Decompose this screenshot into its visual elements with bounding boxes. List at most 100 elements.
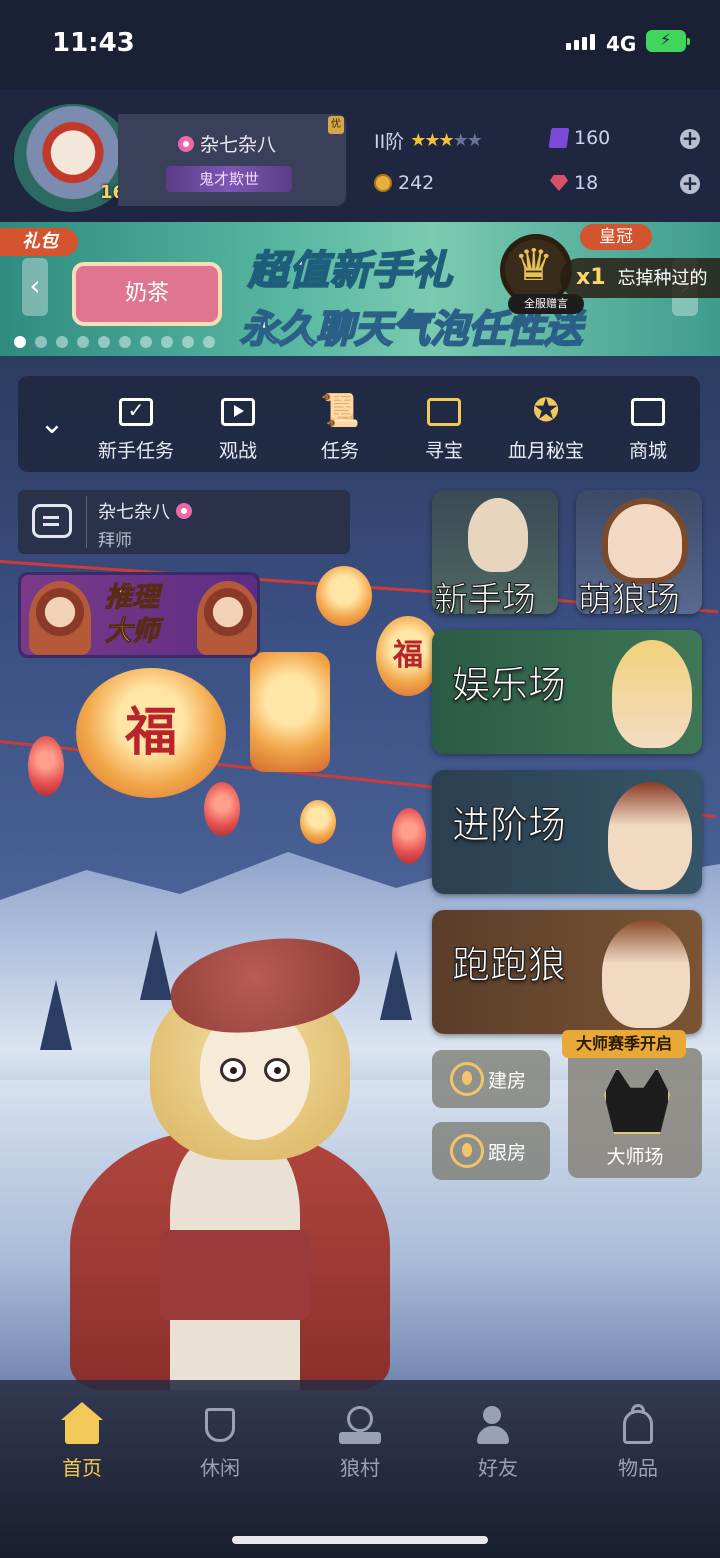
character-portrait xyxy=(29,581,91,655)
novice-mode-button[interactable]: 新手场 xyxy=(432,490,558,614)
vip-badge: 优 xyxy=(328,116,344,134)
calendar-check-icon: ✓ xyxy=(115,390,157,430)
chat-bubble-preview: 奶茶 xyxy=(72,262,222,326)
red-gem-icon xyxy=(550,175,568,191)
character-portrait xyxy=(608,782,692,890)
character-portrait xyxy=(197,581,257,655)
banner-headline: 超值新手礼 xyxy=(247,247,453,295)
wolf-emblem-icon xyxy=(604,1068,670,1134)
mentor-chat-card[interactable]: 杂七杂八 拜师 xyxy=(18,490,350,554)
add-red-gem-button[interactable]: + xyxy=(680,173,700,194)
tab-label: 物品 xyxy=(618,1456,658,1480)
tab-label: 休闲 xyxy=(200,1456,240,1480)
mode-label: 娱乐场 xyxy=(451,663,567,708)
menu-tasks[interactable]: 📜 任务 xyxy=(290,390,390,463)
gender-icon xyxy=(176,503,192,519)
page-dot[interactable] xyxy=(77,336,89,348)
master-season-tag: 大师赛季开启 xyxy=(562,1030,686,1058)
gift-ribbon: x1 忘掉种过的 xyxy=(560,258,720,298)
name-card[interactable]: 优 杂七杂八 鬼才欺世 xyxy=(118,114,346,206)
star-empty-icon: ★ xyxy=(466,130,483,151)
tab-friends[interactable]: 好友 xyxy=(448,1402,548,1481)
treasure-map-icon xyxy=(423,390,465,430)
character-portrait xyxy=(612,640,692,748)
purple-card-icon xyxy=(548,128,570,148)
master-mode-button[interactable]: 大师场 xyxy=(568,1048,702,1178)
rank-display[interactable]: II阶 ★★★★★ xyxy=(374,127,483,154)
banner-prev-button[interactable]: ‹ xyxy=(22,258,48,316)
page-dot[interactable] xyxy=(140,336,152,348)
lantern xyxy=(250,652,330,772)
lantern xyxy=(316,566,372,626)
add-purple-gem-button[interactable]: + xyxy=(680,128,700,149)
gift-pack-tag: 礼包 xyxy=(0,228,78,256)
follow-room-button[interactable]: 跟房 xyxy=(432,1122,550,1180)
follow-room-label: 跟房 xyxy=(488,1142,527,1164)
page-dot[interactable] xyxy=(56,336,68,348)
tab-home[interactable]: 首页 xyxy=(32,1402,132,1481)
tab-wolf-village[interactable]: 狼村 xyxy=(310,1402,410,1481)
event-title: 推理 大师 xyxy=(105,581,160,649)
scroll-icon: 📜 xyxy=(320,391,360,429)
entertainment-mode-button[interactable]: 娱乐场 xyxy=(432,630,702,754)
gift-ribbon-text: 忘掉种过的 xyxy=(617,268,708,289)
banner-pagination xyxy=(14,336,215,348)
star-icon: ★ xyxy=(424,130,440,151)
promo-banner[interactable]: 礼包 ‹ › 奶茶 超值新手礼 永久聊天气泡任性送 全服赠言 x1忘掉种过的 皇… xyxy=(0,222,720,356)
crown-tag: 皇冠 xyxy=(580,224,652,250)
page-dot[interactable] xyxy=(98,336,110,348)
menu-novice-tasks[interactable]: ✓ 新手任务 xyxy=(86,390,186,463)
menu-treasure-hunt[interactable]: 寻宝 xyxy=(394,390,494,463)
menu-label: 任务 xyxy=(320,440,359,462)
reasoning-master-event[interactable]: 推理 大师 xyxy=(18,572,260,658)
profile-header: 16 优 杂七杂八 鬼才欺世 II阶 ★★★★★ 160 + 242 18 + xyxy=(0,90,720,222)
clock: 11:43 xyxy=(52,28,135,58)
running-wolf-mode-button[interactable]: 跑跑狼 xyxy=(432,910,702,1034)
home-indicator[interactable] xyxy=(232,1536,488,1544)
menu-label: 血月秘宝 xyxy=(507,440,584,462)
bag-icon xyxy=(615,1402,661,1448)
gender-icon xyxy=(178,135,194,152)
event-title-line: 推理 xyxy=(105,582,160,614)
advanced-mode-button[interactable]: 进阶场 xyxy=(432,770,702,894)
create-room-label: 建房 xyxy=(488,1070,527,1092)
search-flame-icon xyxy=(450,1134,484,1168)
coin-icon xyxy=(374,174,392,192)
tab-items[interactable]: 物品 xyxy=(588,1402,688,1481)
avatar[interactable]: 16 xyxy=(14,104,132,212)
player-character[interactable] xyxy=(60,927,400,1390)
tab-label: 狼村 xyxy=(340,1456,380,1480)
wine-glass-icon xyxy=(197,1402,243,1448)
menu-shop[interactable]: 商城 xyxy=(598,390,698,463)
village-tower-icon xyxy=(337,1402,383,1448)
tv-icon xyxy=(217,390,259,430)
cute-wolf-mode-button[interactable]: 萌狼场 xyxy=(576,490,702,614)
page-dot[interactable] xyxy=(161,336,173,348)
page-dot[interactable] xyxy=(35,336,47,348)
coin-counter: 242 xyxy=(374,172,434,194)
page-dot[interactable] xyxy=(14,336,26,348)
gift-count: x1 xyxy=(576,265,606,290)
shop-icon xyxy=(627,390,669,430)
tab-leisure[interactable]: 休闲 xyxy=(170,1402,270,1481)
star-icon: ★ xyxy=(410,130,426,151)
collapse-chevron-icon[interactable]: ⌄ xyxy=(32,404,72,444)
page-dot[interactable] xyxy=(203,336,215,348)
tab-label: 首页 xyxy=(62,1456,102,1480)
mentor-subtitle: 拜师 xyxy=(98,531,132,551)
page-dot[interactable] xyxy=(182,336,194,348)
menu-spectate[interactable]: 观战 xyxy=(188,390,288,463)
character-portrait xyxy=(602,920,690,1028)
rank-label: II阶 xyxy=(374,131,405,153)
rank-stars: ★★★★★ xyxy=(410,130,483,151)
menu-label: 寻宝 xyxy=(424,440,463,462)
menu-label: 新手任务 xyxy=(97,440,174,462)
purple-gem-counter: 160 xyxy=(548,127,610,149)
network-type: 4G xyxy=(606,32,637,56)
flame-icon xyxy=(450,1062,484,1096)
menu-blood-moon-treasure[interactable]: ✪ 血月秘宝 xyxy=(496,390,596,463)
create-room-button[interactable]: 建房 xyxy=(432,1050,550,1108)
home-icon xyxy=(59,1402,105,1448)
page-dot[interactable] xyxy=(119,336,131,348)
bottom-tab-bar: 首页 休闲 狼村 好友 物品 xyxy=(0,1380,720,1558)
